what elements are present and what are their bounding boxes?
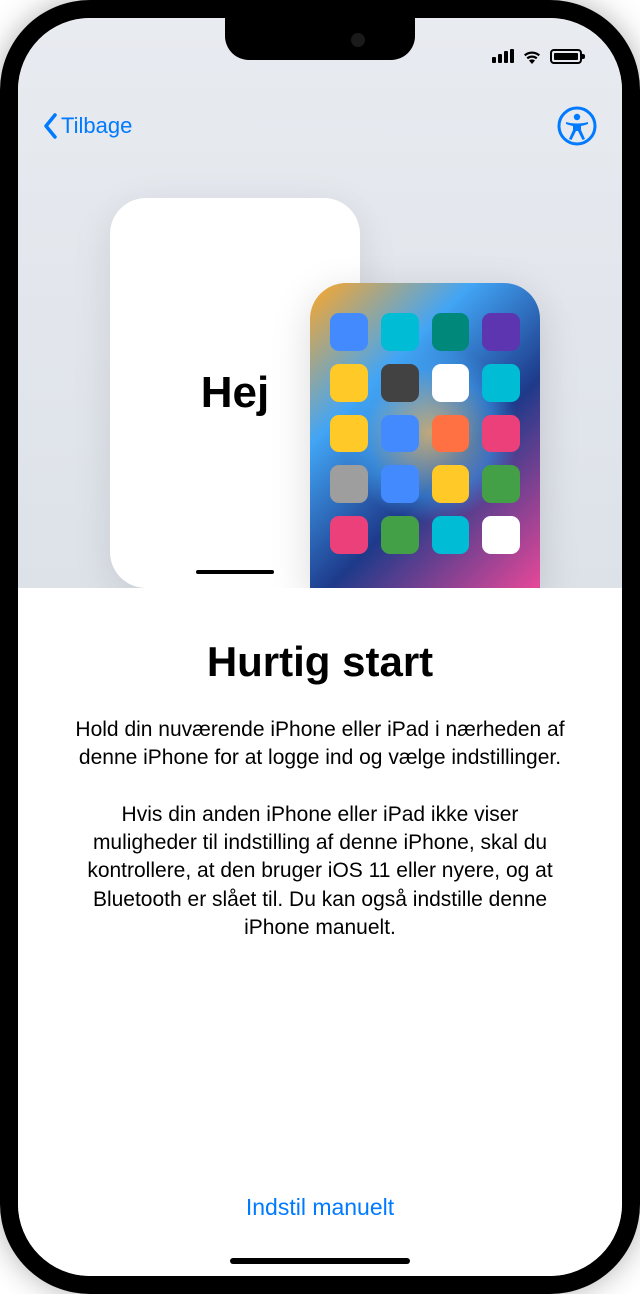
hero-illustration-area: Tilbage Hej [18, 18, 622, 588]
instruction-paragraph-1: Hold din nuværende iPhone eller iPad i n… [63, 716, 577, 773]
app-icon [482, 516, 520, 554]
status-right [492, 48, 582, 64]
home-indicator[interactable] [230, 1258, 410, 1264]
navigation-bar: Tilbage [18, 98, 622, 153]
wifi-icon [522, 48, 542, 64]
notch [225, 18, 415, 60]
app-icon [482, 313, 520, 351]
app-icon [381, 313, 419, 351]
app-icon [482, 465, 520, 503]
cellular-signal-icon [492, 49, 514, 63]
app-icon [381, 415, 419, 453]
app-icon [432, 516, 470, 554]
content-panel: Hurtig start Hold din nuværende iPhone e… [18, 588, 622, 1276]
illustration-app-grid [330, 313, 520, 554]
instruction-paragraph-2: Hvis din anden iPhone eller iPad ikke vi… [63, 801, 577, 943]
app-icon [381, 516, 419, 554]
accessibility-button[interactable] [557, 106, 597, 146]
app-icon [482, 415, 520, 453]
accessibility-icon [557, 106, 597, 146]
back-button[interactable]: Tilbage [43, 113, 132, 139]
illustration-old-phone [310, 283, 540, 593]
app-icon [330, 415, 368, 453]
chevron-left-icon [43, 113, 59, 139]
app-icon [432, 415, 470, 453]
app-icon [432, 364, 470, 402]
back-label: Tilbage [61, 113, 132, 139]
device-frame: Tilbage Hej [0, 0, 640, 1294]
quickstart-illustration: Hej [110, 198, 530, 588]
page-title: Hurtig start [63, 638, 577, 686]
app-icon [432, 313, 470, 351]
hello-greeting: Hej [201, 368, 269, 418]
app-icon [330, 313, 368, 351]
app-icon [482, 364, 520, 402]
app-icon [381, 465, 419, 503]
app-icon [330, 364, 368, 402]
screen: Tilbage Hej [18, 18, 622, 1276]
app-icon [330, 465, 368, 503]
battery-icon [550, 49, 582, 64]
app-icon [330, 516, 368, 554]
illustration-home-indicator [196, 570, 274, 574]
app-icon [381, 364, 419, 402]
app-icon [432, 465, 470, 503]
